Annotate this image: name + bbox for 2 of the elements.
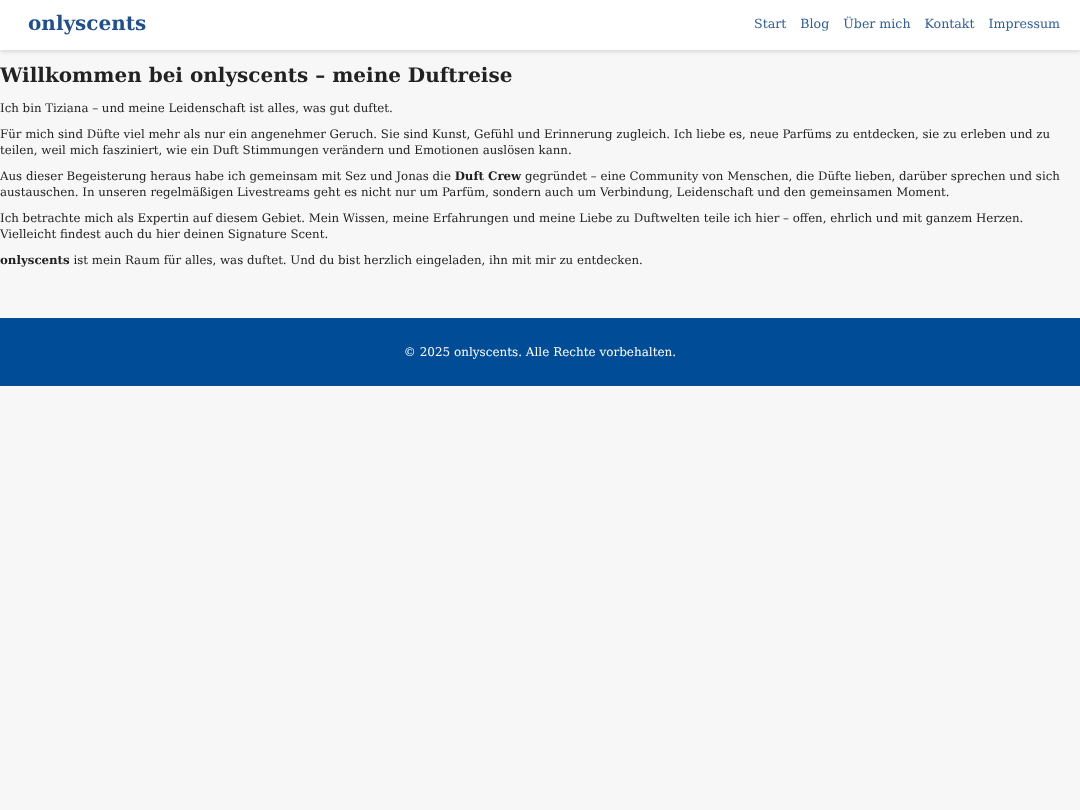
site-logo[interactable]: onlyscents [28, 14, 147, 36]
page-title: Willkommen bei onlyscents – meine Duftreise [0, 66, 515, 88]
